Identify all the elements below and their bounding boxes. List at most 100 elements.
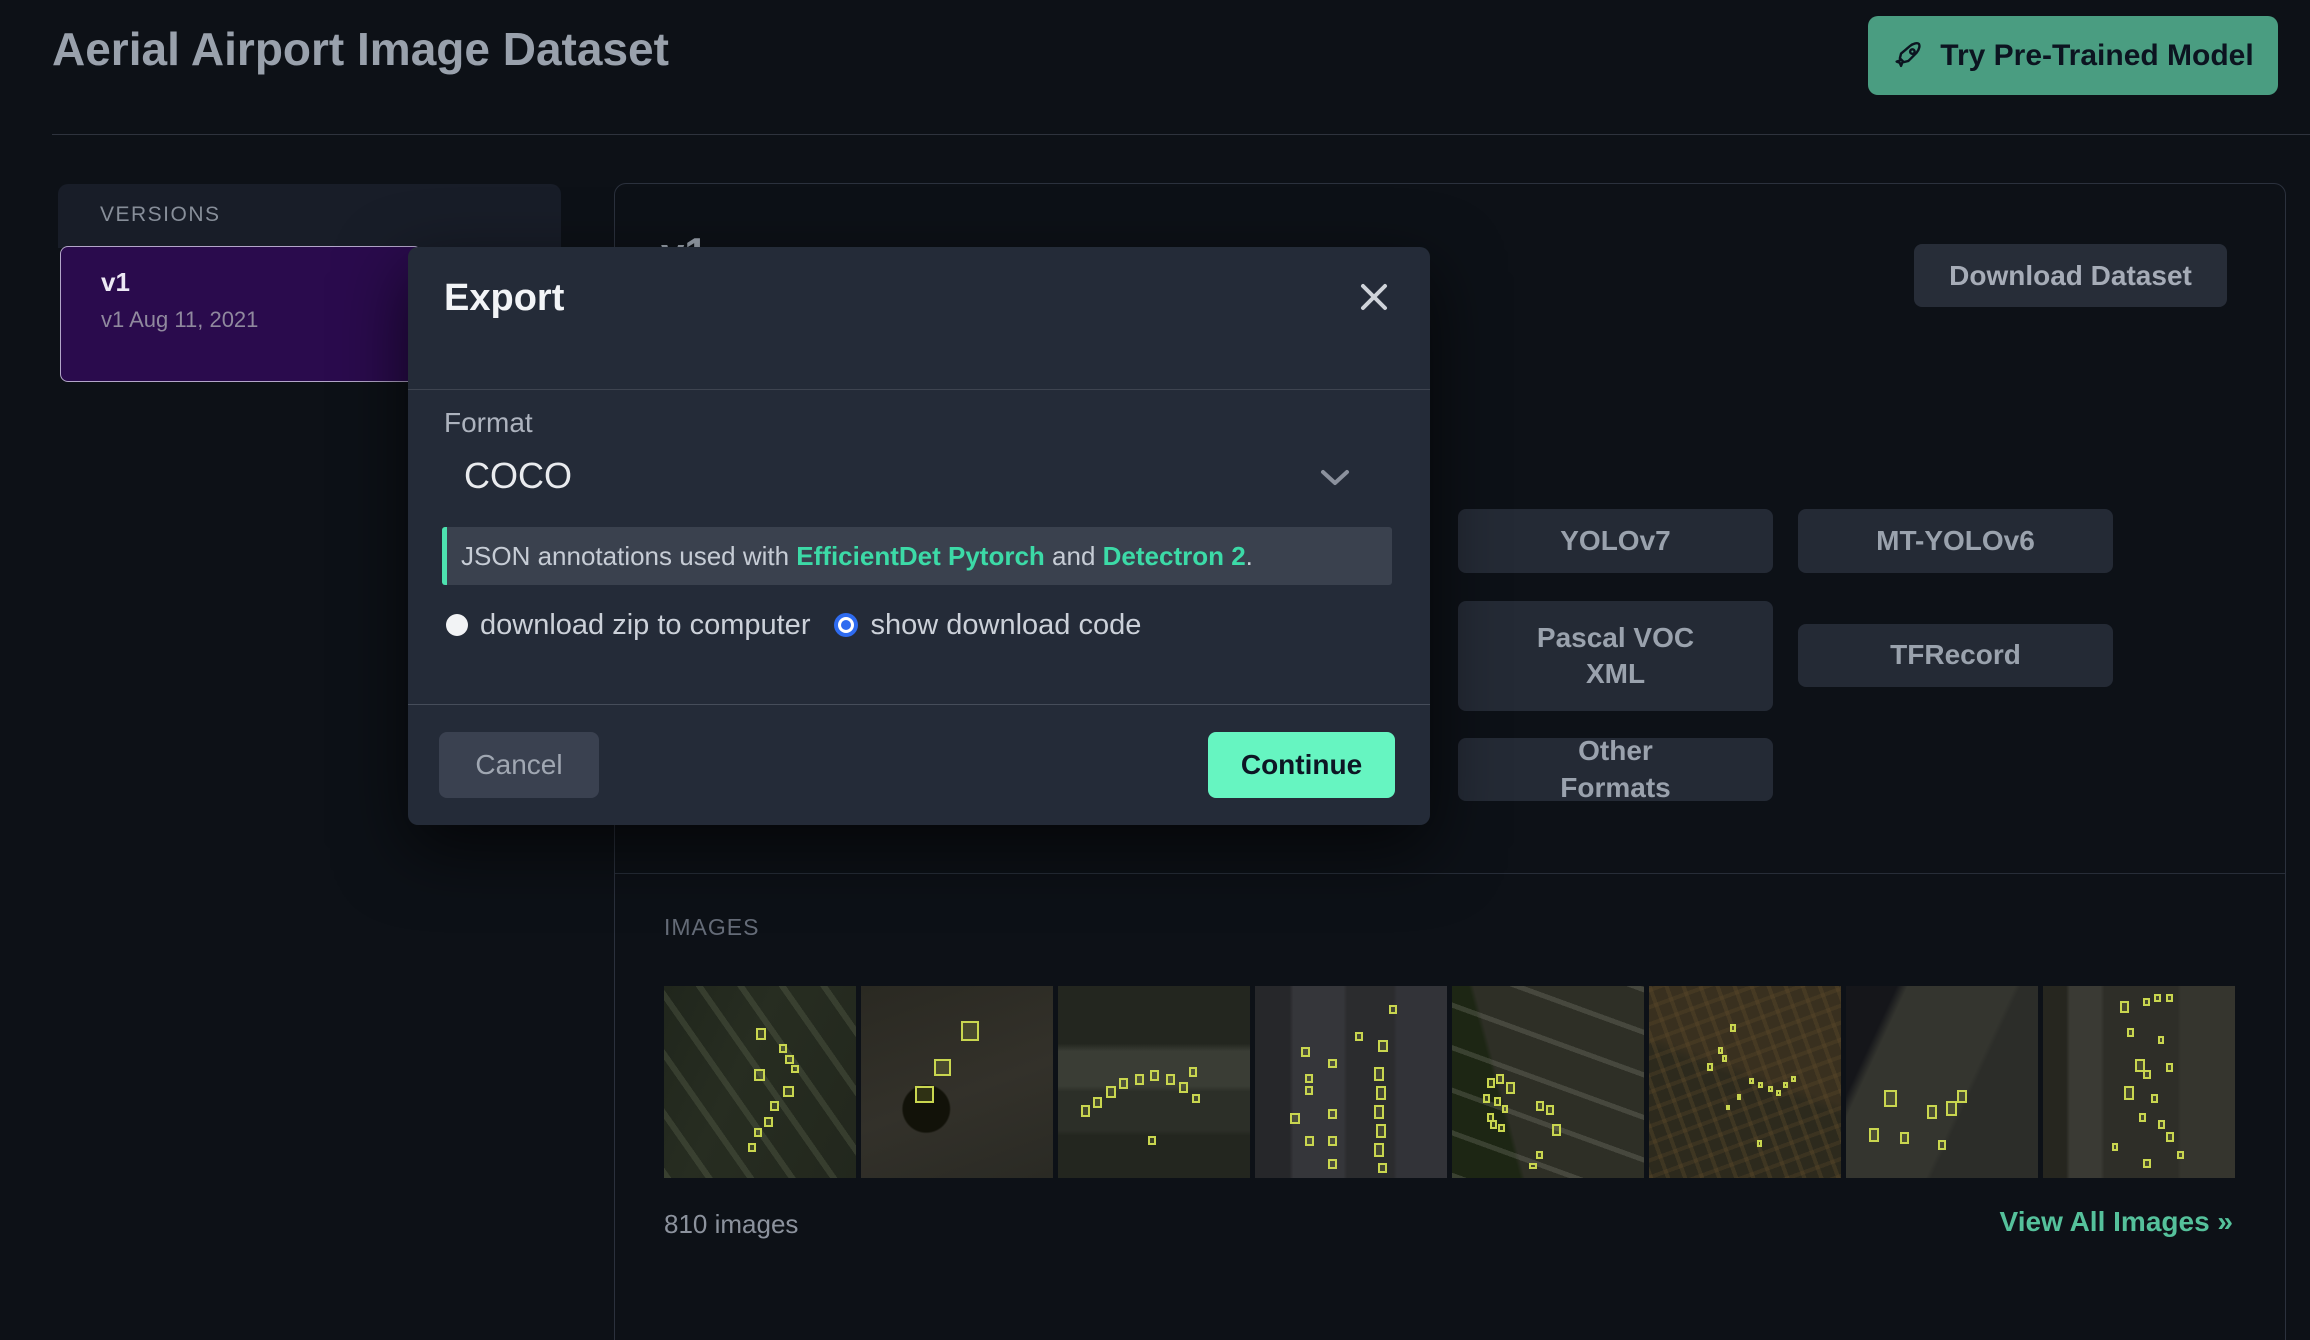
description-text: JSON annotations used with (461, 541, 796, 572)
section-divider (615, 873, 2285, 874)
format-button-label: Other Formats (1521, 733, 1711, 806)
download-dataset-label: Download Dataset (1949, 260, 2192, 292)
radio-show-download-code[interactable]: show download code (834, 609, 1141, 642)
annotation-box (1536, 1151, 1543, 1159)
try-pretrained-model-button[interactable]: Try Pre-Trained Model (1868, 16, 2278, 95)
export-modal-title: Export (444, 277, 564, 320)
annotation-box (754, 1128, 762, 1137)
app-window: Aerial Airport Image Dataset Try Pre-Tra… (0, 0, 2310, 1340)
annotation-box (1546, 1105, 1554, 1115)
cancel-label: Cancel (475, 749, 562, 781)
annotation-box (2143, 998, 2150, 1006)
annotation-box (1529, 1163, 1537, 1169)
version-name: v1 (101, 267, 130, 298)
annotation-box (2120, 1001, 2129, 1013)
format-button-label: TFRecord (1890, 637, 2021, 673)
annotation-box (1389, 1005, 1397, 1014)
annotation-box (961, 1021, 979, 1041)
radio-selected-icon (834, 613, 858, 637)
annotation-box (2158, 1036, 2164, 1044)
annotation-box (1927, 1105, 1937, 1119)
annotation-box (1869, 1128, 1879, 1142)
annotation-box (1305, 1086, 1313, 1095)
annotation-box (1305, 1136, 1314, 1146)
image-thumbnail[interactable] (1846, 986, 2038, 1178)
annotation-box (1749, 1078, 1754, 1084)
annotation-box (1374, 1105, 1384, 1119)
download-option-group: download zip to computer show download c… (446, 605, 1141, 645)
annotation-box (785, 1055, 794, 1064)
version-item-v1[interactable]: v1 v1 Aug 11, 2021 (60, 246, 422, 382)
annotation-box (1884, 1090, 1897, 1107)
annotation-box (1378, 1040, 1388, 1052)
modal-header-divider (408, 389, 1430, 390)
annotation-box (2154, 994, 2161, 1002)
try-pretrained-model-label: Try Pre-Trained Model (1940, 39, 2253, 73)
description-text: and (1045, 541, 1103, 572)
annotation-box (770, 1101, 779, 1111)
annotation-box (1946, 1101, 1957, 1116)
image-thumbnail[interactable] (1452, 986, 1644, 1178)
annotation-box (934, 1059, 951, 1076)
annotation-box (1722, 1055, 1727, 1062)
annotation-box (1758, 1082, 1763, 1088)
format-select[interactable]: COCO (444, 445, 1394, 505)
image-thumbnail[interactable] (664, 986, 856, 1178)
annotation-box (1494, 1097, 1501, 1106)
versions-label: VERSIONS (100, 203, 221, 227)
format-button-other-formats[interactable]: Other Formats (1458, 738, 1773, 801)
detectron2-link[interactable]: Detectron 2 (1103, 541, 1246, 572)
image-thumbnail[interactable] (1255, 986, 1447, 1178)
download-dataset-button[interactable]: Download Dataset (1914, 244, 2227, 307)
format-button-mt-yolov6[interactable]: MT-YOLOv6 (1798, 509, 2113, 573)
annotation-box (1737, 1094, 1741, 1100)
continue-button[interactable]: Continue (1208, 732, 1395, 798)
version-date: v1 Aug 11, 2021 (101, 307, 258, 333)
format-button-yolov7[interactable]: YOLOv7 (1458, 509, 1773, 573)
annotation-box (1378, 1163, 1387, 1173)
annotation-box (1189, 1067, 1197, 1077)
export-modal: Export Format COCO JSON annotations used… (408, 247, 1430, 825)
format-description: JSON annotations used with EfficientDet … (442, 527, 1392, 585)
format-selected-value: COCO (464, 455, 572, 497)
thumbnail-strip (664, 986, 2244, 1178)
close-icon[interactable] (1356, 279, 1392, 315)
annotation-box (2127, 1028, 2134, 1037)
format-button-pascal-voc-xml[interactable]: Pascal VOC XML (1458, 601, 1773, 711)
format-button-label: YOLOv7 (1560, 523, 1670, 559)
format-button-tfrecord[interactable]: TFRecord (1798, 624, 2113, 687)
annotation-box (2143, 1159, 2151, 1168)
annotation-box (2166, 1132, 2174, 1142)
annotation-box (764, 1117, 773, 1127)
radio-download-zip[interactable]: download zip to computer (446, 609, 810, 642)
annotation-box (2166, 1063, 2173, 1072)
annotation-box (1166, 1074, 1175, 1085)
radio-unselected-icon (446, 614, 468, 636)
efficientdet-pytorch-link[interactable]: EfficientDet Pytorch (796, 541, 1045, 572)
image-thumbnail[interactable] (1058, 986, 1250, 1178)
annotation-box (1355, 1032, 1363, 1041)
format-button-label: Pascal VOC XML (1521, 620, 1711, 693)
annotation-box (1301, 1047, 1310, 1057)
modal-footer-divider (408, 704, 1430, 705)
annotation-box (2158, 1120, 2165, 1129)
annotation-box (756, 1028, 766, 1040)
radio-label: show download code (870, 609, 1141, 642)
cancel-button[interactable]: Cancel (439, 732, 599, 798)
annotation-box (1757, 1140, 1762, 1147)
annotation-box (2112, 1143, 2118, 1151)
annotation-box (1192, 1094, 1200, 1103)
annotation-box (1135, 1074, 1144, 1085)
annotation-box (1487, 1078, 1495, 1088)
description-text: . (1246, 541, 1253, 572)
image-thumbnail[interactable] (861, 986, 1053, 1178)
annotation-box (1768, 1086, 1773, 1092)
view-all-images-link[interactable]: View All Images » (2000, 1206, 2233, 1238)
annotation-box (915, 1086, 934, 1103)
annotation-box (1376, 1086, 1386, 1100)
annotation-box (1718, 1047, 1723, 1054)
annotation-box (1106, 1086, 1116, 1098)
image-thumbnail[interactable] (1649, 986, 1841, 1178)
image-thumbnail[interactable] (2043, 986, 2235, 1178)
radio-label: download zip to computer (480, 609, 810, 642)
